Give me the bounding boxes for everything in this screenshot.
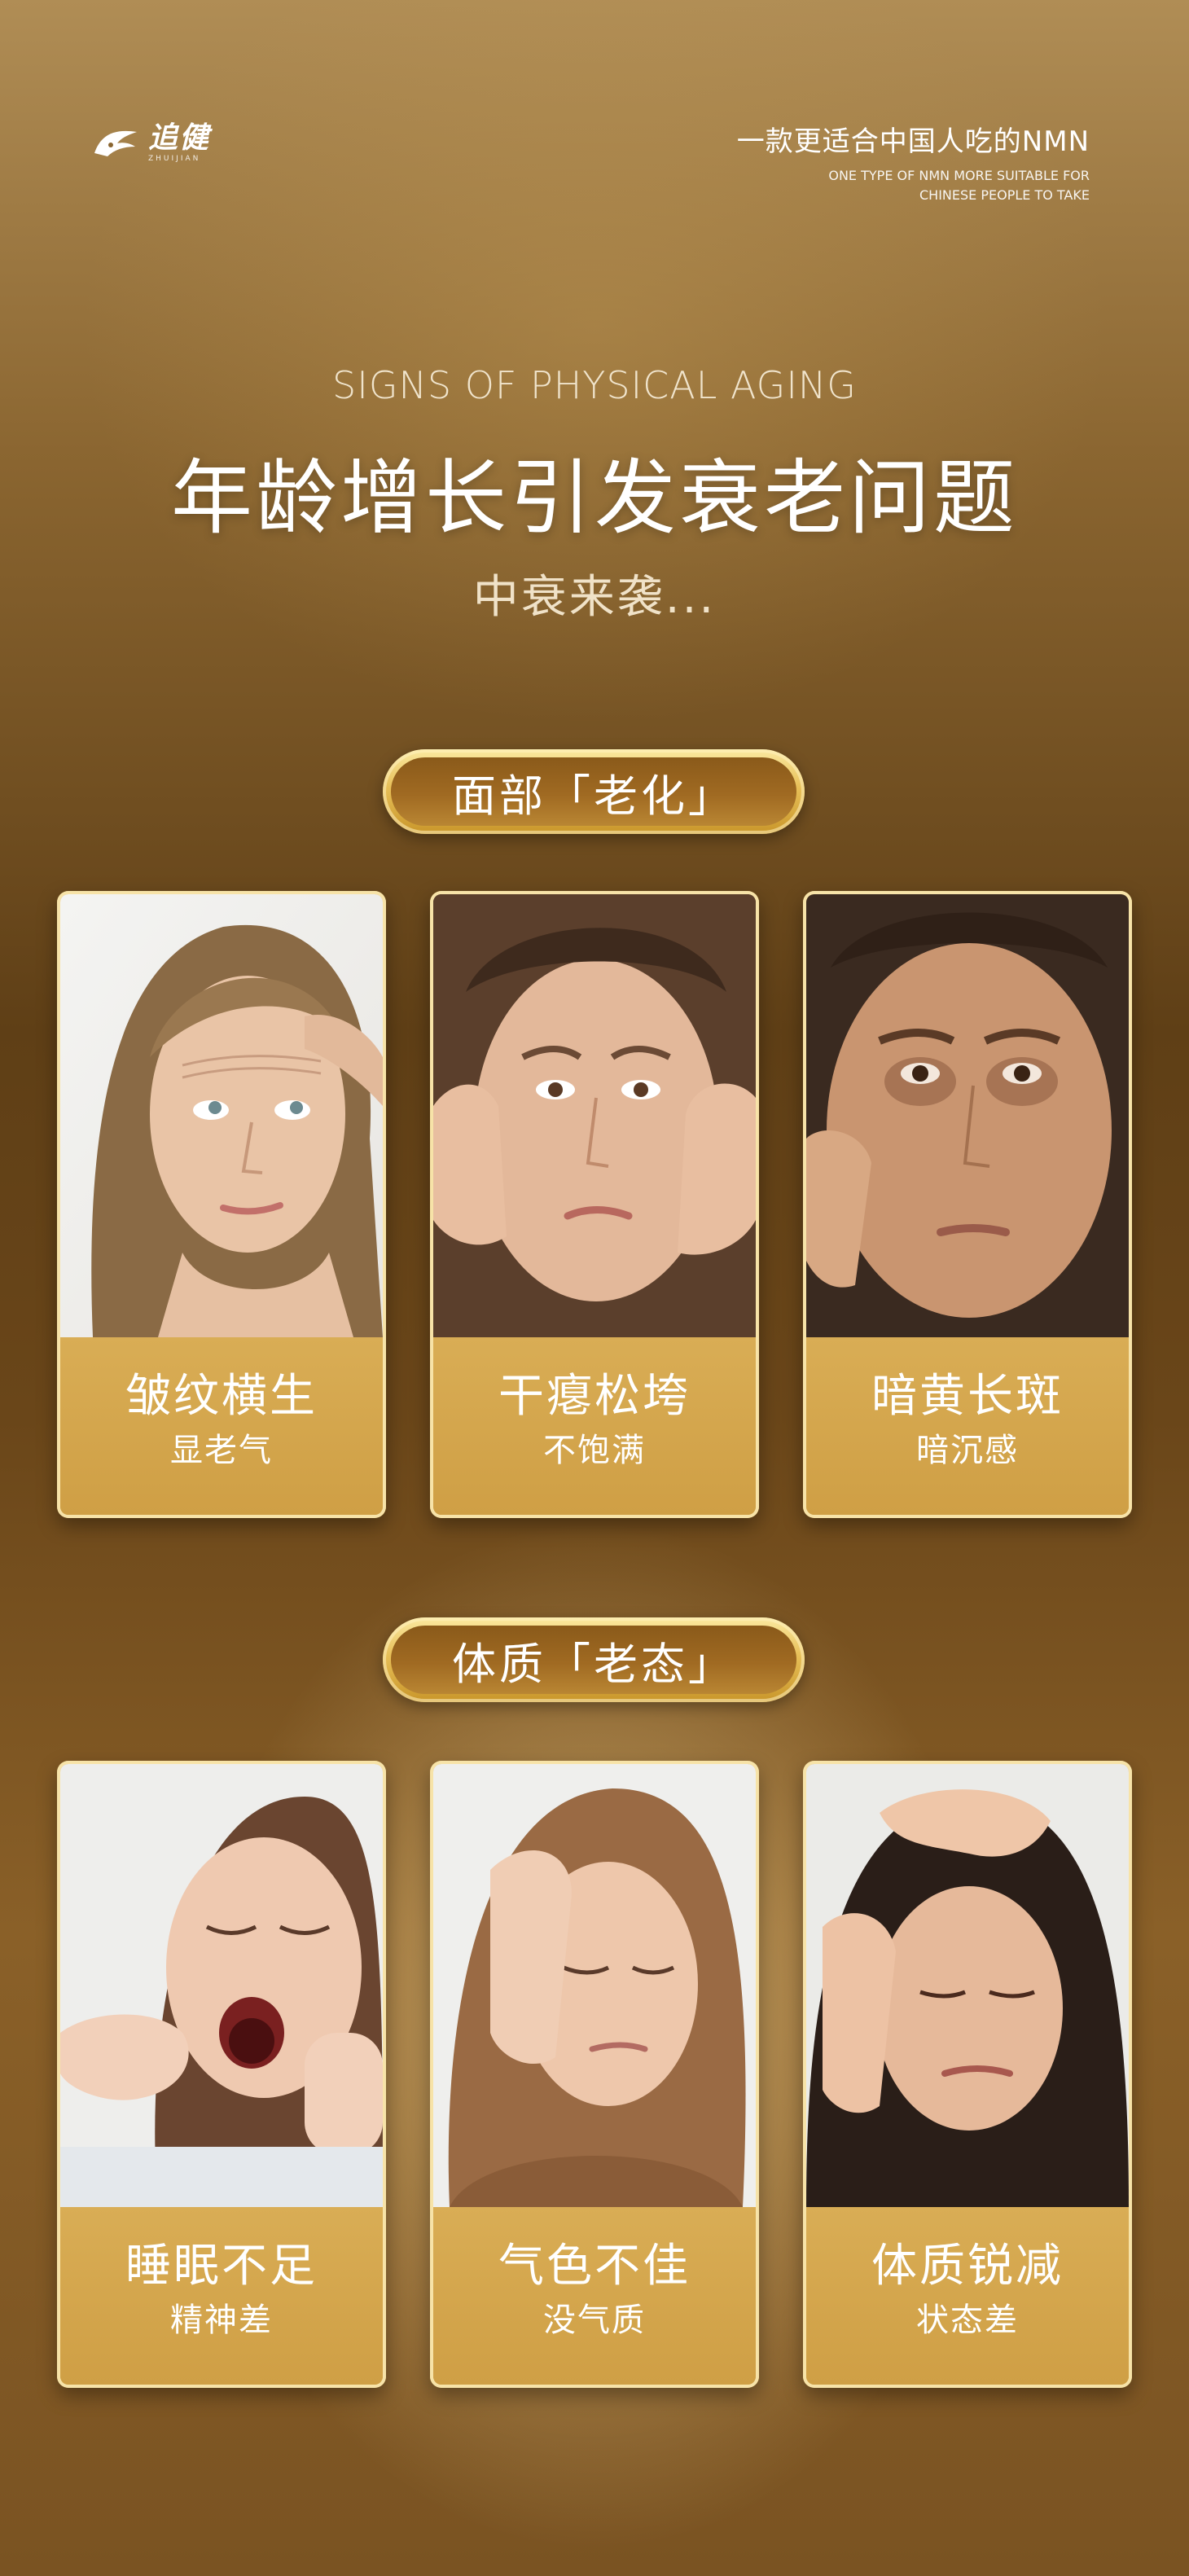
card-caption: 暗黄长斑 暗沉感	[806, 1337, 1129, 1515]
face-photo-wrinkles	[60, 894, 383, 1337]
tagline-en-line2: CHINESE PEOPLE TO TAKE	[919, 187, 1090, 203]
card-dullness: 暗黄长斑 暗沉感	[803, 891, 1132, 1518]
card-constitution: 体质锐减 状态差	[803, 1761, 1132, 2388]
card-title: 体质锐减	[871, 2240, 1064, 2293]
section-label: 体质「老态」	[452, 1638, 735, 1690]
card-caption: 干瘪松垮 不饱满	[433, 1337, 756, 1515]
card-photo	[433, 894, 756, 1337]
card-desc: 显老气	[170, 1432, 273, 1469]
card-sleep: 睡眠不足 精神差	[57, 1761, 386, 2388]
card-desc: 精神差	[170, 2302, 273, 2339]
card-photo	[60, 894, 383, 1337]
tagline-cn: 一款更适合中国人吃的NMN	[736, 125, 1090, 158]
heading-sub: 中衰来袭...	[472, 571, 717, 624]
section-label: 面部「老化」	[452, 770, 735, 822]
card-caption: 皱纹横生 显老气	[60, 1337, 383, 1515]
section-pill-face: 面部「老化」	[383, 749, 805, 834]
card-caption: 气色不佳 没气质	[433, 2207, 756, 2385]
face-photo-sleep	[60, 1764, 383, 2207]
card-caption: 体质锐减 状态差	[806, 2207, 1129, 2385]
card-title: 睡眠不足	[125, 2240, 318, 2293]
brand-sub: ZHUIJIAN	[148, 155, 201, 163]
face-photo-complexion	[433, 1764, 756, 2207]
card-title: 气色不佳	[498, 2240, 691, 2293]
card-photo	[806, 1764, 1129, 2207]
section-pill-body: 体质「老态」	[383, 1617, 805, 1702]
brand-logo: 追健 ZHUIJIAN	[91, 122, 210, 163]
card-wrinkles: 皱纹横生 显老气	[57, 891, 386, 1518]
heading-cn: 年龄增长引发衰老问题	[171, 450, 1018, 546]
face-photo-sagging	[433, 894, 756, 1337]
heading-en: SIGNS OF PHYSICAL AGING	[332, 363, 857, 407]
face-photo-constitution	[806, 1764, 1129, 2207]
card-photo	[806, 894, 1129, 1337]
card-title: 皱纹横生	[125, 1370, 318, 1423]
card-title: 干瘪松垮	[498, 1370, 691, 1423]
card-caption: 睡眠不足 精神差	[60, 2207, 383, 2385]
card-desc: 没气质	[543, 2302, 646, 2339]
card-desc: 暗沉感	[916, 1432, 1019, 1469]
tagline-en: ONE TYPE OF NMN MORE SUITABLE FOR CHINES…	[737, 166, 1090, 205]
brand-mark-icon	[94, 130, 137, 156]
card-complexion: 气色不佳 没气质	[430, 1761, 759, 2388]
tagline-en-line1: ONE TYPE OF NMN MORE SUITABLE FOR	[828, 168, 1090, 183]
face-photo-dullness	[806, 894, 1129, 1337]
card-photo	[60, 1764, 383, 2207]
card-sagging: 干瘪松垮 不饱满	[430, 891, 759, 1518]
tagline: 一款更适合中国人吃的NMN ONE TYPE OF NMN MORE SUITA…	[737, 124, 1090, 205]
card-desc: 不饱满	[543, 1432, 646, 1469]
card-desc: 状态差	[916, 2302, 1019, 2339]
card-title: 暗黄长斑	[871, 1370, 1064, 1423]
card-photo	[433, 1764, 756, 2207]
brand-name: 追健	[148, 121, 211, 155]
